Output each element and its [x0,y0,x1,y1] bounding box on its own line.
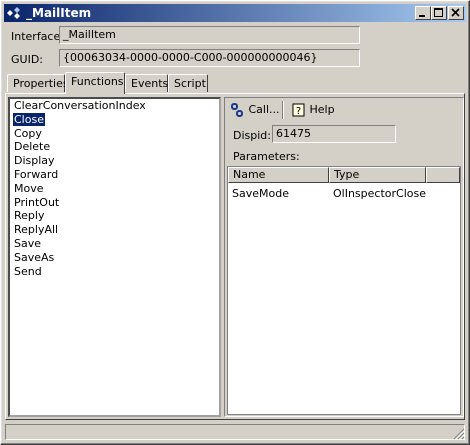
column-header-type[interactable]: Type [329,167,426,183]
call-button[interactable]: Call... [231,101,280,119]
interface-field: _MailItem [59,26,360,44]
svg-text:?: ? [296,106,301,117]
list-item[interactable]: ReplyAll [10,223,219,237]
tab-events[interactable]: Events [125,74,168,92]
parameters-label: Parameters: [233,150,300,163]
call-icon [231,103,243,117]
list-item-selected[interactable]: Close [10,111,219,127]
list-item[interactable]: Delete [10,140,219,154]
minimize-icon [419,15,425,17]
maximize-icon [434,8,443,17]
column-header-name[interactable]: Name [228,167,329,183]
help-button[interactable]: ? Help [292,101,335,119]
dispid-label: Dispid: [233,129,271,142]
guid-field: {00063034-0000-0000-C000-000000000046} [59,49,360,67]
window-title: _MailItem [26,6,92,20]
list-item[interactable]: Copy [10,127,219,141]
param-name-cell[interactable]: SaveMode [232,187,289,200]
main-window: _MailItem Interface: _MailItem GUID: {00… [0,0,470,445]
close-button[interactable] [448,6,464,20]
list-item[interactable]: SaveAs [10,251,219,265]
list-item[interactable]: Display [10,154,219,168]
resize-grip-icon[interactable] [453,428,465,440]
interface-diamonds-icon [7,7,20,19]
close-icon [451,8,460,17]
maximize-button[interactable] [431,6,447,20]
tab-script[interactable]: Script [168,74,208,92]
dispid-field: 61475 [272,125,396,143]
minimize-button[interactable] [415,6,431,20]
list-item[interactable]: Forward [10,168,219,182]
functions-list[interactable]: ClearConversationIndex Close Copy Delete… [8,97,221,417]
status-bar [5,424,465,440]
help-label: Help [309,103,335,116]
column-header-blank [426,167,460,183]
interface-label: Interface: [11,30,64,43]
tab-functions[interactable]: Functions [65,72,125,94]
help-icon: ? [292,103,305,117]
toolbar-separator [282,101,284,119]
list-item[interactable]: Move [10,182,219,196]
call-label: Call... [248,103,280,116]
list-item[interactable]: PrintOut [10,196,219,210]
list-item[interactable]: ClearConversationIndex [10,99,219,113]
list-item[interactable]: Reply [10,209,219,223]
parameters-table[interactable]: Name Type SaveMode OlInspectorClose [227,166,461,415]
list-item[interactable]: Save [10,237,219,251]
param-type-cell[interactable]: OlInspectorClose [333,187,426,200]
list-item[interactable]: Send [10,265,219,279]
guid-label: GUID: [11,53,43,66]
tab-properties[interactable]: Properties [7,74,69,92]
title-bar[interactable]: _MailItem [4,4,466,22]
